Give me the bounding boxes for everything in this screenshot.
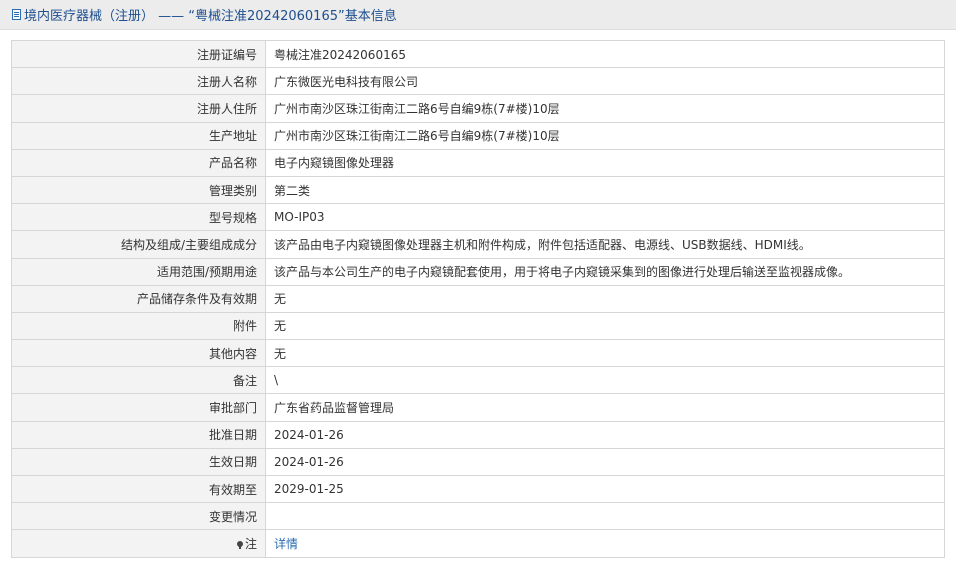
table-row: 型号规格 MO-IP03 xyxy=(11,203,945,232)
row-label: 管理类别 xyxy=(11,175,266,205)
table-row: 有效期至 2029-01-25 xyxy=(11,474,945,504)
row-value xyxy=(265,502,945,531)
table-row: 生效日期 2024-01-26 xyxy=(11,447,945,477)
row-value: \ xyxy=(265,366,945,395)
table-row: 附件 无 xyxy=(11,311,945,341)
row-value: 2024-01-26 xyxy=(265,420,945,449)
row-value: 广东省药品监督管理局 xyxy=(265,393,945,422)
row-value: 第二类 xyxy=(265,175,945,205)
table-row: 变更情况 xyxy=(11,502,945,531)
table-row: 结构及组成/主要组成成分 该产品由电子内窥镜图像处理器主机和附件构成，附件包括适… xyxy=(11,230,945,259)
pin-icon xyxy=(236,540,243,549)
row-label: 注册人名称 xyxy=(11,67,266,96)
row-label: 备注 xyxy=(11,366,266,395)
table-row: 产品名称 电子内窥镜图像处理器 xyxy=(11,148,945,177)
row-value: 该产品由电子内窥镜图像处理器主机和附件构成，附件包括适配器、电源线、USB数据线… xyxy=(265,230,945,259)
row-value: 广东微医光电科技有限公司 xyxy=(265,67,945,96)
table-row: 生产地址 广州市南沙区珠江街南江二路6号自编9栋(7#楼)10层 xyxy=(11,121,945,150)
info-table: 注册证编号 粤械注准20242060165 注册人名称 广东微医光电科技有限公司… xyxy=(11,39,945,558)
row-label: 生产地址 xyxy=(11,121,266,150)
table-row: 备注 \ xyxy=(11,366,945,395)
row-value: 2029-01-25 xyxy=(265,474,945,504)
table-row: 注册人名称 广东微医光电科技有限公司 xyxy=(11,67,945,96)
table-row: 审批部门 广东省药品监督管理局 xyxy=(11,393,945,422)
row-label: 变更情况 xyxy=(11,502,266,531)
note-label-cell: 注 xyxy=(11,529,266,558)
row-label: 结构及组成/主要组成成分 xyxy=(11,230,266,259)
row-label: 产品储存条件及有效期 xyxy=(11,284,266,313)
row-value: 广州市南沙区珠江街南江二路6号自编9栋(7#楼)10层 xyxy=(265,121,945,150)
note-value-cell: 详情 xyxy=(265,529,945,558)
row-label: 附件 xyxy=(11,311,266,341)
page-header: 境内医疗器械（注册） —— “粤械注准20242060165”基本信息 xyxy=(0,0,956,30)
row-value: 广州市南沙区珠江街南江二路6号自编9栋(7#楼)10层 xyxy=(265,94,945,123)
note-label: 注 xyxy=(244,536,257,551)
row-value: 电子内窥镜图像处理器 xyxy=(265,148,945,177)
row-label: 适用范围/预期用途 xyxy=(11,257,266,286)
page-title: 境内医疗器械（注册） —— “粤械注准20242060165”基本信息 xyxy=(24,9,397,24)
row-label: 其他内容 xyxy=(11,339,266,368)
table-row: 注册人住所 广州市南沙区珠江街南江二路6号自编9栋(7#楼)10层 xyxy=(11,94,945,123)
row-label: 审批部门 xyxy=(11,393,266,422)
table-row: 适用范围/预期用途 该产品与本公司生产的电子内窥镜配套使用，用于将电子内窥镜采集… xyxy=(11,257,945,286)
row-value: MO-IP03 xyxy=(265,203,945,232)
row-value: 无 xyxy=(265,311,945,341)
details-link[interactable]: 详情 xyxy=(274,537,298,551)
row-label: 批准日期 xyxy=(11,420,266,449)
row-value: 无 xyxy=(265,284,945,313)
table-row: 批准日期 2024-01-26 xyxy=(11,420,945,449)
table-row: 管理类别 第二类 xyxy=(11,175,945,205)
row-label: 注册人住所 xyxy=(11,94,266,123)
row-label: 有效期至 xyxy=(11,474,266,504)
document-icon xyxy=(12,9,21,20)
row-label: 产品名称 xyxy=(11,148,266,177)
row-label: 型号规格 xyxy=(11,203,266,232)
row-label: 生效日期 xyxy=(11,447,266,477)
row-value: 2024-01-26 xyxy=(265,447,945,477)
row-value: 粤械注准20242060165 xyxy=(265,39,945,69)
table-row: 注册证编号 粤械注准20242060165 xyxy=(11,39,945,69)
note-row: 注 详情 xyxy=(11,529,945,558)
row-value: 无 xyxy=(265,339,945,368)
row-label: 注册证编号 xyxy=(11,39,266,69)
table-row: 产品储存条件及有效期 无 xyxy=(11,284,945,313)
row-value: 该产品与本公司生产的电子内窥镜配套使用，用于将电子内窥镜采集到的图像进行处理后输… xyxy=(265,257,945,286)
table-row: 其他内容 无 xyxy=(11,339,945,368)
